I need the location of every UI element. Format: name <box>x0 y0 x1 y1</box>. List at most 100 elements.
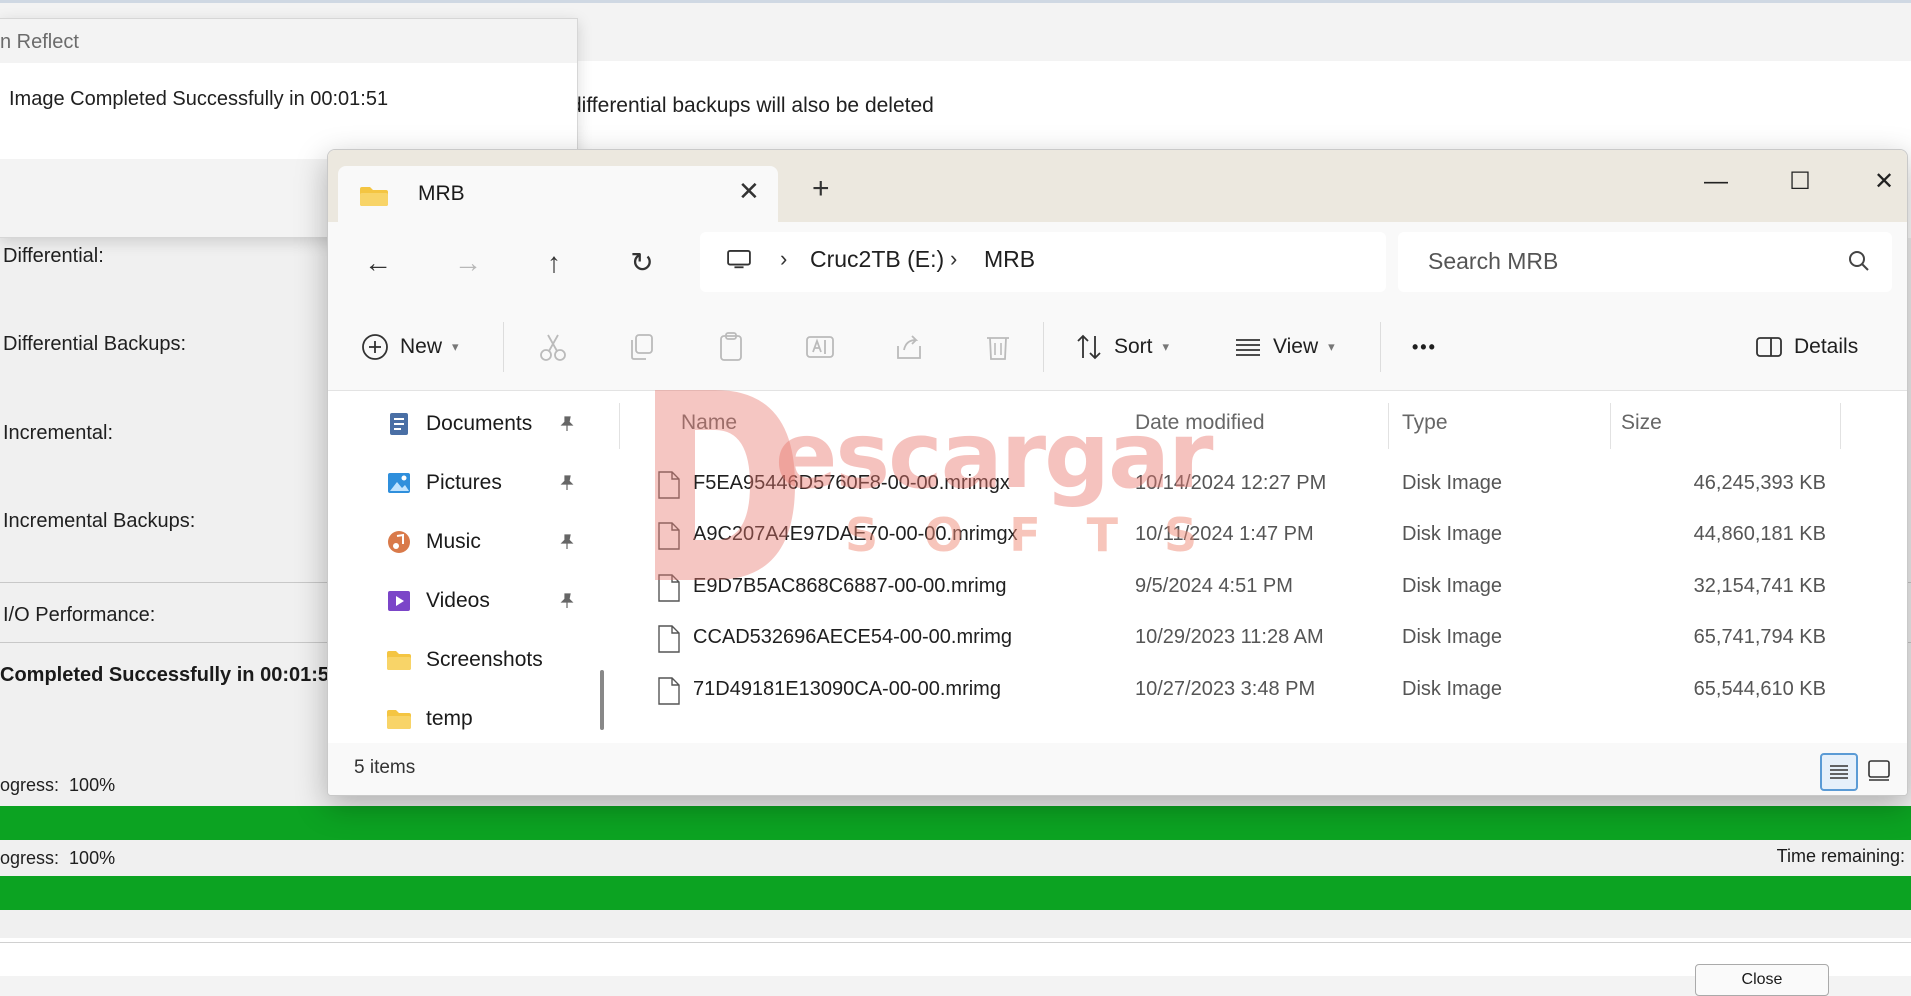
delete-icon[interactable] <box>981 330 1015 364</box>
column-header-name[interactable]: Name <box>681 411 737 435</box>
breadcrumb-drive[interactable]: Cruc2TB (E:) <box>810 246 944 273</box>
this-pc-icon <box>727 250 751 269</box>
file-name: A9C207A4E97DAE70-00-00.mrimgx <box>693 523 1018 545</box>
rename-icon[interactable] <box>803 330 837 364</box>
up-button[interactable]: ↑ <box>531 240 577 286</box>
disk-image-file-icon <box>658 677 680 705</box>
file-date: 10/14/2024 12:27 PM <box>1135 472 1327 494</box>
pin-icon[interactable] <box>558 533 576 551</box>
dialog-title: n Reflect <box>0 31 79 53</box>
file-row[interactable]: CCAD532696AECE54-00-00.mrimg 10/29/2023 … <box>618 614 1907 664</box>
file-name: F5EA95446D5760F8-00-00.mrimgx <box>693 472 1010 494</box>
file-date: 9/5/2024 4:51 PM <box>1135 575 1293 597</box>
copy-icon[interactable] <box>625 330 659 364</box>
sidebar-item-label: Documents <box>426 412 533 435</box>
progress-bar-2 <box>0 876 1911 910</box>
column-header-type[interactable]: Type <box>1402 411 1448 435</box>
close-button[interactable]: Close <box>1695 964 1829 996</box>
file-row[interactable]: A9C207A4E97DAE70-00-00.mrimgx 10/11/2024… <box>618 511 1907 561</box>
tab-mrb[interactable]: MRB ✕ <box>338 166 778 222</box>
sort-button[interactable]: Sort ▾ <box>1074 330 1169 364</box>
dialog-message: Image Completed Successfully in 00:01:51 <box>9 88 389 110</box>
pin-icon[interactable] <box>558 592 576 610</box>
close-tab-icon[interactable]: ✕ <box>738 176 760 207</box>
file-type: Disk Image <box>1402 472 1503 494</box>
file-size: 44,860,181 KB <box>1693 523 1826 545</box>
explorer-titlebar: MRB ✕ + — ☐ ✕ <box>328 150 1907 222</box>
column-header-size[interactable]: Size <box>1621 411 1662 435</box>
command-divider <box>1380 322 1381 372</box>
file-row[interactable]: E9D7B5AC868C6887-00-00.mrimg 9/5/2024 4:… <box>618 563 1907 613</box>
new-button[interactable]: New ▾ <box>360 330 459 364</box>
column-divider[interactable] <box>1840 403 1841 449</box>
breadcrumb-folder[interactable]: MRB <box>984 246 1035 273</box>
file-type: Disk Image <box>1402 523 1503 545</box>
sidebar-item-videos[interactable]: Videos <box>386 581 490 621</box>
chevron-down-icon: ▾ <box>1328 339 1335 354</box>
close-window-button[interactable]: ✕ <box>1854 160 1907 204</box>
search-box[interactable]: Search MRB <box>1398 232 1892 292</box>
navigation-pane: Documents Pictures Music Videos Screensh… <box>328 391 583 743</box>
disk-image-file-icon <box>658 625 680 653</box>
column-header-date[interactable]: Date modified <box>1135 411 1265 435</box>
differential-backups-label: Differential Backups: <box>3 333 187 355</box>
chevron-down-icon: ▾ <box>1162 339 1170 354</box>
progress-bar-1 <box>0 806 1911 840</box>
sidebar-item-temp[interactable]: temp <box>386 699 473 739</box>
cut-icon[interactable] <box>536 330 570 364</box>
pin-icon[interactable] <box>558 415 576 433</box>
file-size: 65,544,610 KB <box>1693 678 1826 700</box>
tab-label: MRB <box>418 182 465 205</box>
file-date: 10/11/2024 1:47 PM <box>1135 523 1314 545</box>
sidebar-item-pictures[interactable]: Pictures <box>386 463 502 503</box>
address-bar[interactable]: › Cruc2TB (E:) › MRB <box>700 232 1386 292</box>
incremental-label: Incremental: <box>3 422 114 444</box>
file-type: Disk Image <box>1402 626 1503 648</box>
sidebar-item-screenshots[interactable]: Screenshots <box>386 640 543 680</box>
back-button[interactable]: ← <box>355 240 401 286</box>
view-button[interactable]: View ▾ <box>1233 330 1335 364</box>
sidebar-item-label: Music <box>426 530 481 553</box>
folder-icon <box>387 710 411 729</box>
file-row[interactable]: F5EA95446D5760F8-00-00.mrimgx 10/14/2024… <box>618 460 1907 510</box>
search-placeholder: Search MRB <box>1428 248 1559 274</box>
sidebar-item-music[interactable]: Music <box>386 522 481 562</box>
chevron-down-icon: ▾ <box>452 339 459 354</box>
sort-icon <box>1077 334 1101 360</box>
column-divider[interactable] <box>1388 403 1389 449</box>
folder-icon <box>387 651 411 670</box>
sidebar-item-label: temp <box>426 707 473 730</box>
file-name: E9D7B5AC868C6887-00-00.mrimg <box>693 575 1007 597</box>
tiles-view-icon[interactable] <box>1862 753 1896 787</box>
pictures-icon <box>388 473 410 493</box>
paste-icon[interactable] <box>714 330 748 364</box>
share-icon[interactable] <box>892 330 926 364</box>
details-pane-button[interactable]: Details <box>1754 330 1858 364</box>
progress-label-1: ogress: 100% <box>0 775 116 795</box>
navigation-bar: ← → ↑ ↻ › Cruc2TB (E:) › MRB Search MRB <box>328 222 1907 304</box>
sidebar-item-documents[interactable]: Documents <box>386 404 532 444</box>
more-options-button[interactable]: ••• <box>1412 330 1437 364</box>
status-bar: 5 items <box>328 743 1907 795</box>
details-pane-icon <box>1756 337 1782 357</box>
breadcrumb-separator: › <box>950 246 958 271</box>
maximize-button[interactable]: ☐ <box>1770 160 1830 204</box>
details-view-icon[interactable] <box>1820 753 1858 791</box>
minimize-button[interactable]: — <box>1686 160 1746 204</box>
file-date: 10/27/2023 3:48 PM <box>1135 678 1316 700</box>
music-icon <box>388 531 410 553</box>
file-type: Disk Image <box>1402 678 1503 700</box>
sort-label: Sort <box>1114 335 1153 358</box>
file-row[interactable]: 71D49181E13090CA-00-00.mrimg 10/27/2023 … <box>618 666 1907 716</box>
refresh-button[interactable]: ↻ <box>619 240 665 286</box>
new-tab-button[interactable]: + <box>812 174 830 204</box>
progress-label-2: ogress: 100% <box>0 848 116 868</box>
forward-button[interactable]: → <box>445 240 491 286</box>
pin-icon[interactable] <box>558 474 576 492</box>
command-bar: New ▾ Sort ▾ View ▾ ••• Details <box>328 304 1907 391</box>
column-divider[interactable] <box>1610 403 1611 449</box>
sidebar-scrollbar[interactable] <box>600 670 604 730</box>
videos-icon <box>388 591 410 611</box>
file-size: 46,245,393 KB <box>1693 472 1826 494</box>
new-label: New <box>400 335 443 358</box>
